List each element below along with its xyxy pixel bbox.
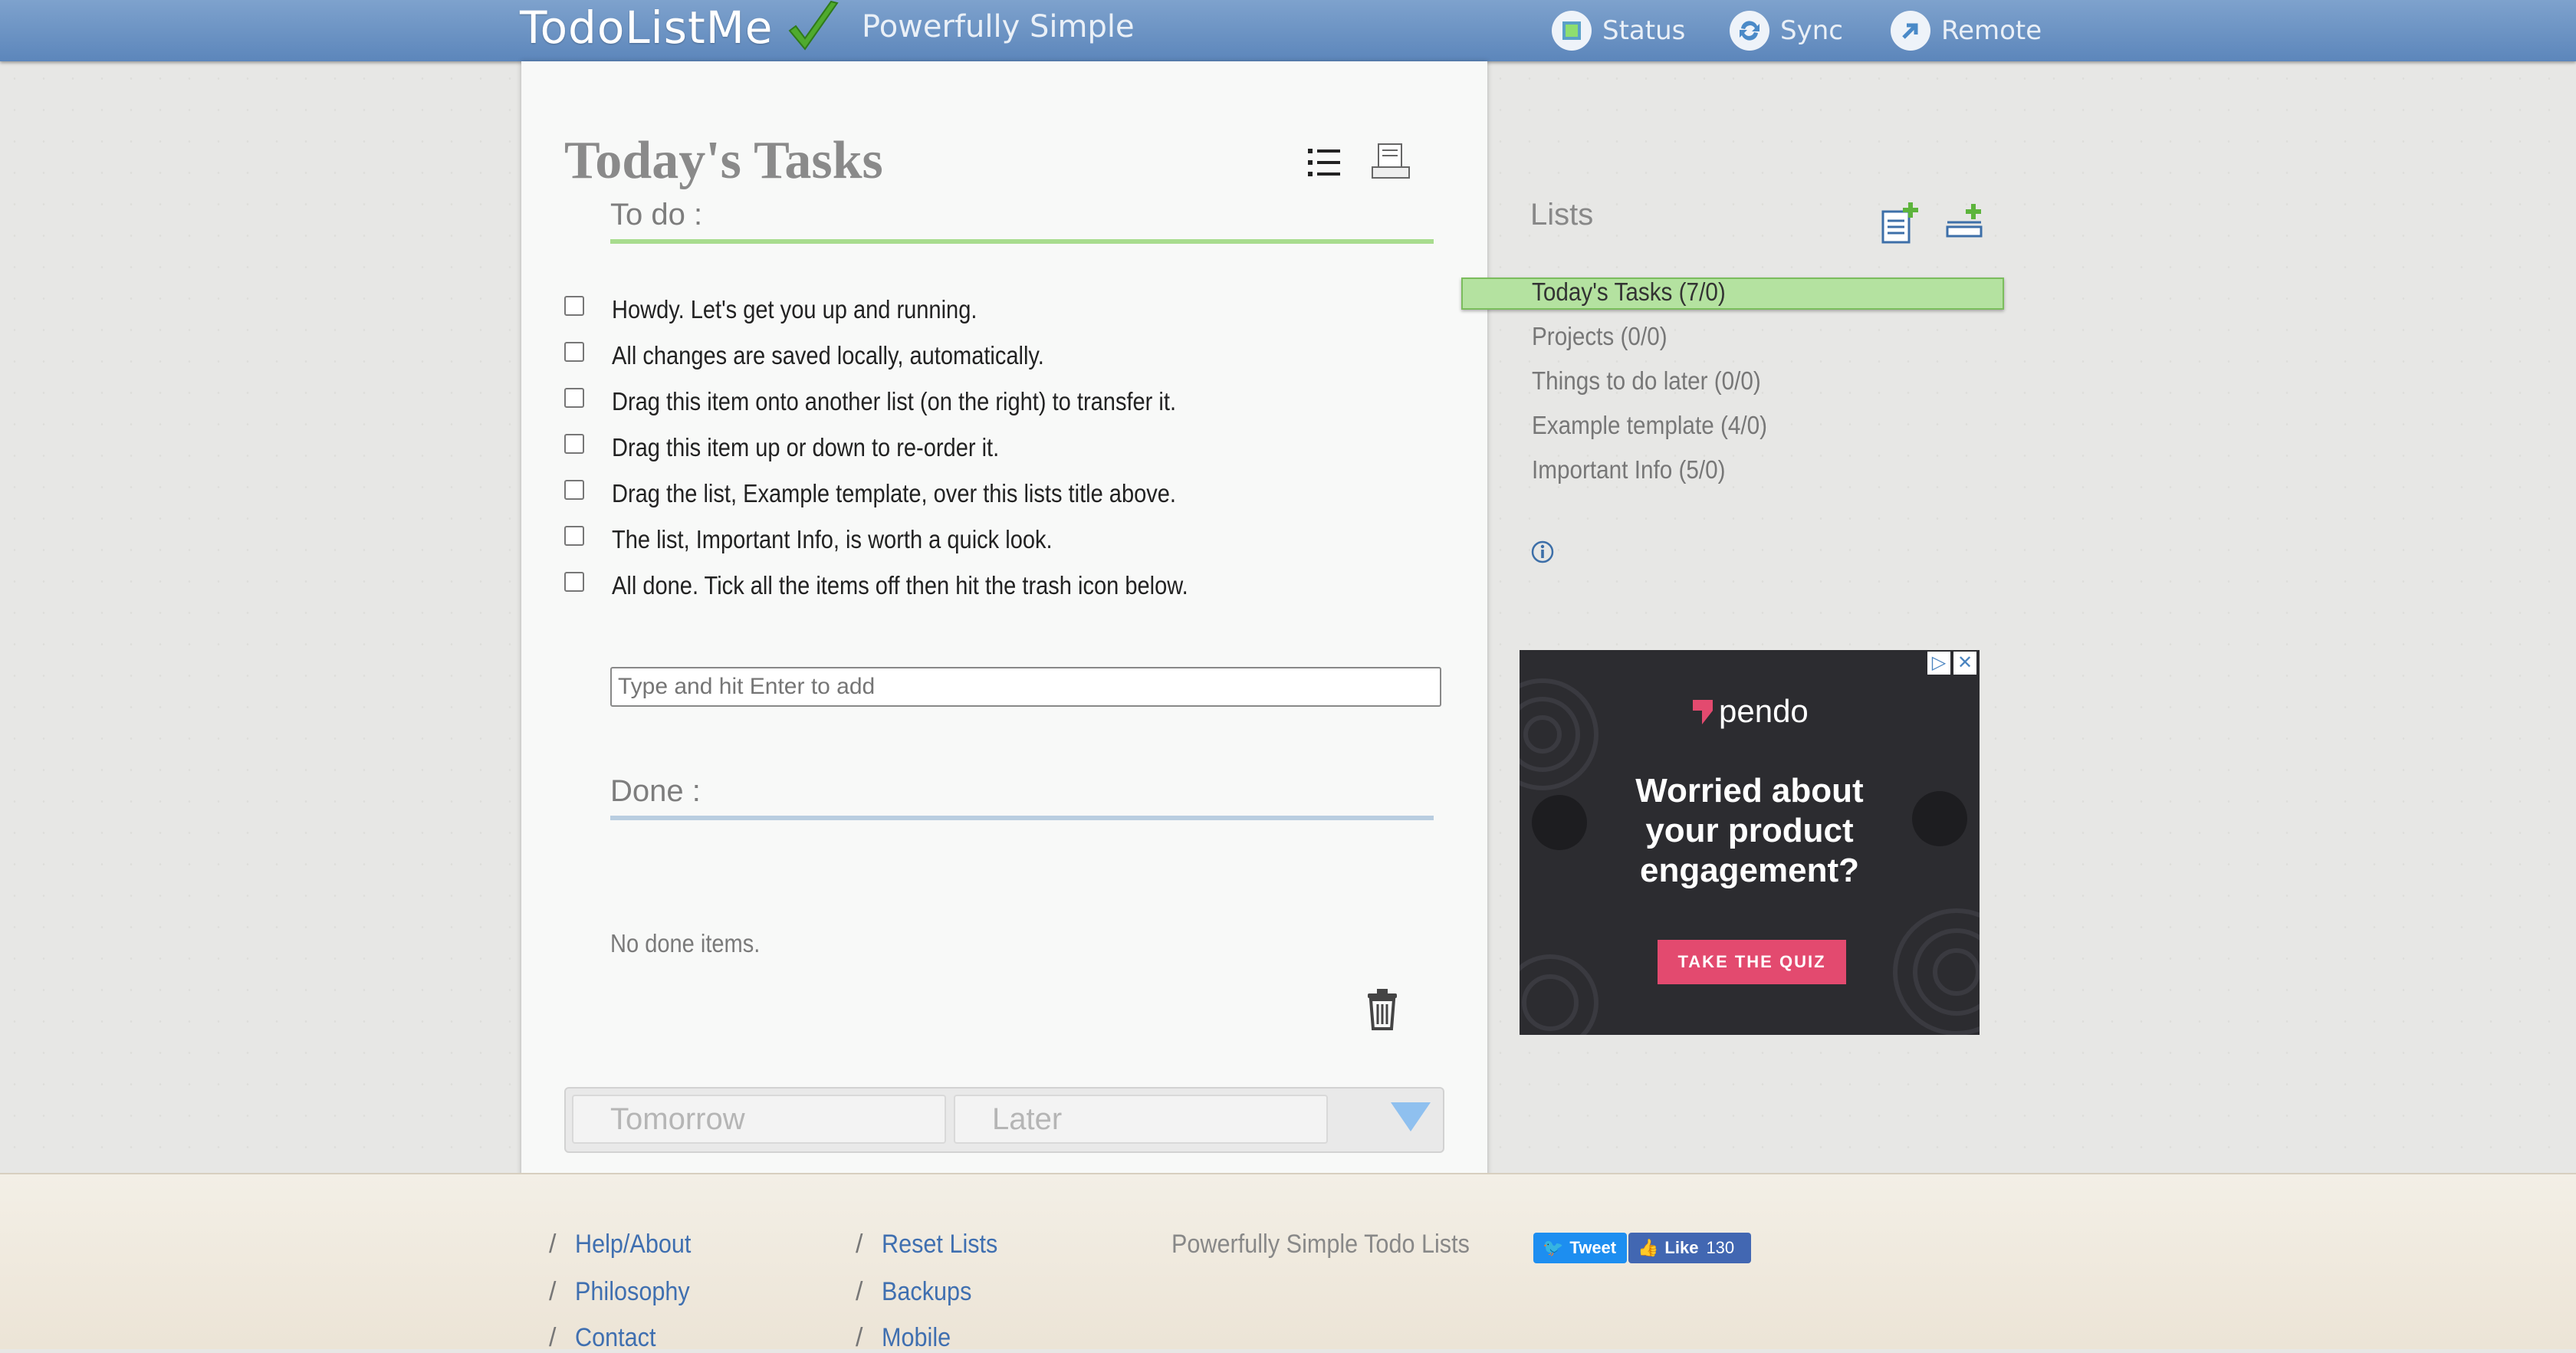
sync-button[interactable]: Sync: [1730, 9, 1843, 52]
task-checkbox[interactable]: [564, 480, 584, 500]
task-checkbox[interactable]: [564, 434, 584, 454]
footer-bullet: /: [549, 1277, 557, 1306]
top-bar: TodoListMe Powerfully Simple Status Sync…: [0, 0, 2576, 61]
done-heading: Done :: [610, 774, 701, 808]
task-checkbox[interactable]: [564, 526, 584, 546]
footer-link-reset[interactable]: Reset Lists: [882, 1230, 997, 1259]
task-checkbox[interactable]: [564, 572, 584, 592]
footer-bullet: /: [856, 1230, 863, 1259]
like-count: 130: [1706, 1238, 1735, 1257]
list-item-important-info[interactable]: Important Info (5/0): [1532, 455, 1726, 484]
add-list-icon[interactable]: [1877, 201, 1923, 247]
status-icon: [1552, 11, 1592, 51]
list-view-icon[interactable]: [1302, 140, 1348, 186]
sync-icon: [1730, 11, 1769, 51]
footer-link-mobile[interactable]: Mobile: [882, 1323, 951, 1353]
tab-tomorrow[interactable]: Tomorrow: [572, 1095, 946, 1144]
footer-bullet: /: [856, 1323, 863, 1352]
remote-icon: [1891, 11, 1930, 51]
like-label: Like: [1664, 1238, 1699, 1257]
twitter-bird-icon: 🐦: [1543, 1238, 1564, 1257]
task-checkbox[interactable]: [564, 296, 584, 316]
list-item-example-template[interactable]: Example template (4/0): [1532, 411, 1767, 440]
tab-dropdown-icon[interactable]: [1391, 1102, 1431, 1131]
tab-later[interactable]: Later: [954, 1095, 1328, 1144]
task-item[interactable]: Howdy. Let's get you up and running.: [564, 288, 1027, 331]
list-panel: Today's Tasks To do : Howdy. Let's get y…: [521, 61, 1487, 1194]
remote-button[interactable]: Remote: [1891, 9, 2042, 52]
task-text[interactable]: Drag the list, Example template, over th…: [612, 479, 1176, 508]
ad-brand: pendo: [1690, 693, 1809, 730]
info-icon[interactable]: [1530, 540, 1555, 564]
list-item-projects[interactable]: Projects (0/0): [1532, 322, 1668, 351]
footer-bullet: /: [856, 1277, 863, 1306]
lists-heading: Lists: [1530, 198, 1594, 232]
tab-bar: Tomorrow Later: [564, 1087, 1444, 1153]
footer-bullet: /: [549, 1230, 557, 1259]
remote-label: Remote: [1941, 15, 2042, 46]
no-done-message: No done items.: [610, 929, 761, 957]
footer-tagline: Powerfully Simple Todo Lists: [1171, 1230, 1470, 1259]
thumbs-up-icon: 👍: [1638, 1238, 1659, 1257]
ad-headline-line: your product: [1645, 812, 1854, 849]
task-item[interactable]: The list, Important Info, is worth a qui…: [564, 518, 1112, 561]
list-item-todays-tasks[interactable]: Today's Tasks (7/0): [1532, 277, 1726, 307]
todo-divider: [610, 239, 1434, 244]
ad-headline-line: engagement?: [1639, 852, 1860, 889]
task-text[interactable]: Drag this item onto another list (on the…: [612, 387, 1176, 416]
ad-brand-name: pendo: [1719, 693, 1809, 729]
status-label: Status: [1602, 15, 1686, 46]
done-divider: [610, 816, 1434, 820]
footer-link-philosophy[interactable]: Philosophy: [575, 1277, 690, 1307]
tweet-button[interactable]: 🐦 Tweet: [1533, 1233, 1627, 1263]
task-item[interactable]: Drag the list, Example template, over th…: [564, 472, 1253, 515]
task-text[interactable]: Drag this item up or down to re-order it…: [612, 433, 999, 462]
task-text[interactable]: The list, Important Info, is worth a qui…: [612, 525, 1053, 554]
ad-close-icon[interactable]: ✕: [1953, 652, 1976, 675]
todo-heading: To do :: [610, 198, 703, 232]
sync-label: Sync: [1780, 15, 1843, 46]
footer-bullet: /: [549, 1323, 557, 1352]
status-button[interactable]: Status: [1552, 9, 1685, 52]
add-category-icon[interactable]: [1943, 201, 1989, 247]
advertisement[interactable]: ▷ ✕ pendo Worried about your product eng…: [1520, 650, 1980, 1035]
footer: [0, 1173, 2576, 1349]
pendo-logo-icon: [1693, 700, 1713, 724]
ad-choices-icon[interactable]: ▷: [1927, 652, 1950, 675]
list-title[interactable]: Today's Tasks: [564, 130, 883, 192]
list-item-things-later[interactable]: Things to do later (0/0): [1532, 366, 1761, 396]
ad-headline-line: Worried about: [1635, 772, 1864, 810]
task-item[interactable]: All done. Tick all the items off then hi…: [564, 564, 1267, 607]
task-text[interactable]: Howdy. Let's get you up and running.: [612, 295, 977, 324]
facebook-like-button[interactable]: 👍 Like 130: [1628, 1233, 1751, 1263]
print-icon[interactable]: [1368, 140, 1414, 186]
logo-checkmark-icon: [788, 0, 839, 51]
task-text[interactable]: All done. Tick all the items off then hi…: [612, 571, 1188, 600]
task-item[interactable]: All changes are saved locally, automatic…: [564, 334, 1103, 377]
add-task-input[interactable]: [610, 667, 1441, 707]
ad-cta-button[interactable]: TAKE THE QUIZ: [1658, 940, 1846, 984]
trash-icon[interactable]: [1365, 987, 1400, 1030]
task-checkbox[interactable]: [564, 388, 584, 408]
footer-link-contact[interactable]: Contact: [575, 1323, 656, 1353]
app-logo[interactable]: TodoListMe: [520, 2, 773, 54]
task-text[interactable]: All changes are saved locally, automatic…: [612, 341, 1044, 370]
task-item[interactable]: Drag this item up or down to re-order it…: [564, 426, 1052, 469]
footer-link-help[interactable]: Help/About: [575, 1230, 691, 1259]
task-item[interactable]: Drag this item onto another list (on the…: [564, 380, 1253, 423]
task-checkbox[interactable]: [564, 342, 584, 362]
tweet-label: Tweet: [1569, 1238, 1617, 1257]
footer-link-backups[interactable]: Backups: [882, 1277, 971, 1307]
header-tagline: Powerfully Simple: [862, 9, 1135, 44]
